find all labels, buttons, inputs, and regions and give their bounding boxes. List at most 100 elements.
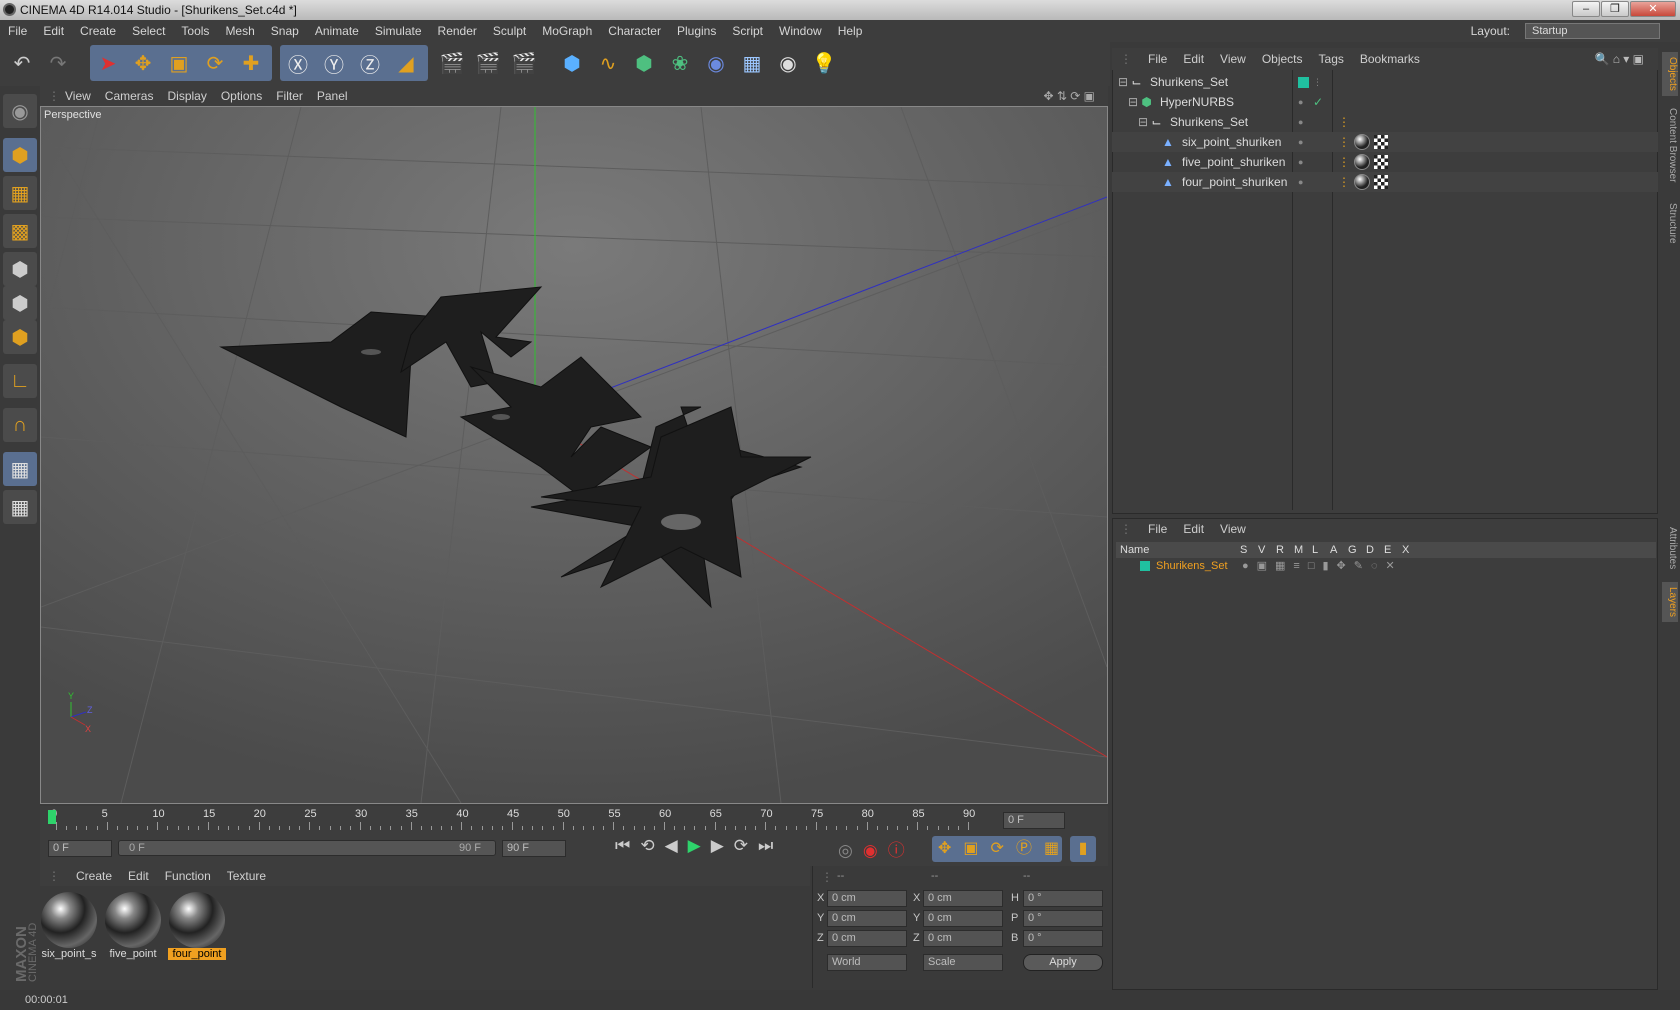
obj-menu-tags[interactable]: Tags	[1311, 48, 1352, 70]
tab-attributes[interactable]: Attributes	[1662, 518, 1678, 578]
menu-snap[interactable]: Snap	[263, 20, 307, 42]
tree-row[interactable]: ▲ six_point_shuriken ● ⋮	[1112, 132, 1658, 152]
size-mode-select[interactable]: Scale	[923, 954, 1003, 971]
points-mode-icon[interactable]: ⬢	[3, 252, 37, 286]
locked-workplane-icon[interactable]: ▦	[3, 490, 37, 524]
position-z-field[interactable]: 0 cm	[827, 930, 907, 947]
checkmark-icon[interactable]: ✓	[1313, 92, 1323, 112]
apply-button[interactable]: Apply	[1023, 954, 1103, 971]
tab-objects[interactable]: Objects	[1662, 52, 1678, 96]
menu-tools[interactable]: Tools	[173, 20, 217, 42]
render-view-icon[interactable]: 🎬	[436, 47, 468, 79]
coordinate-system-icon[interactable]: ◢	[390, 47, 422, 79]
goto-end-icon[interactable]: ⏭	[758, 836, 783, 855]
material-tag-icon[interactable]	[1354, 134, 1370, 150]
menu-plugins[interactable]: Plugins	[669, 20, 724, 42]
menu-animate[interactable]: Animate	[307, 20, 367, 42]
coord-mode-select[interactable]: World	[827, 954, 907, 971]
tag-icon[interactable]: ⋮	[1338, 112, 1350, 132]
vp-menu-display[interactable]: Display	[160, 86, 213, 106]
range-slider[interactable]: 0 F 90 F	[118, 840, 496, 856]
edges-mode-icon[interactable]: ⬢	[3, 286, 37, 320]
menu-create[interactable]: Create	[72, 20, 124, 42]
cube-primitive-icon[interactable]: ⬢	[556, 47, 588, 79]
menu-file[interactable]: File	[0, 20, 35, 42]
live-selection-icon[interactable]: ➤	[92, 47, 124, 79]
layer-menu-edit[interactable]: Edit	[1175, 518, 1212, 540]
y-axis-lock-icon[interactable]: Ⓨ	[318, 47, 350, 79]
material-swatch[interactable]: five_point	[104, 890, 162, 962]
maximize-button[interactable]: ❐	[1601, 1, 1629, 17]
key-rotation-icon[interactable]: ⟳	[991, 840, 1016, 857]
vp-menu-filter[interactable]: Filter	[269, 86, 310, 106]
obj-manager-tool-icons[interactable]: 🔍 ⌂ ▾ ▣	[1586, 48, 1652, 70]
array-icon[interactable]: ❀	[664, 47, 696, 79]
obj-menu-edit[interactable]: Edit	[1175, 48, 1212, 70]
close-button[interactable]: ✕	[1630, 1, 1676, 17]
tree-row[interactable]: ▲ four_point_shuriken ● ⋮	[1112, 172, 1658, 192]
key-param-icon[interactable]: Ⓟ	[1016, 840, 1044, 857]
size-z-field[interactable]: 0 cm	[923, 930, 1003, 947]
texture-tag-icon[interactable]	[1374, 175, 1388, 189]
scale-tool-icon[interactable]: ▣	[163, 47, 195, 79]
menu-select[interactable]: Select	[124, 20, 173, 42]
goto-start-icon[interactable]: ⏮	[615, 836, 640, 855]
menu-render[interactable]: Render	[430, 20, 485, 42]
layer-flag-icons[interactable]: ●▣▦≡□▮✥✎◌✕	[1242, 558, 1403, 574]
help-icon[interactable]: ⓘ	[888, 841, 915, 860]
snap-magnet-icon[interactable]: ∩	[3, 408, 37, 442]
menu-script[interactable]: Script	[724, 20, 771, 42]
obj-menu-objects[interactable]: Objects	[1254, 48, 1311, 70]
key-pla-icon[interactable]: ▦	[1044, 840, 1071, 857]
mat-menu-create[interactable]: Create	[68, 866, 120, 886]
record-disabled-icon[interactable]: ◎	[838, 841, 863, 860]
floor-icon[interactable]: ▦	[736, 47, 768, 79]
menu-window[interactable]: Window	[771, 20, 830, 42]
layer-menu-file[interactable]: File	[1140, 518, 1175, 540]
render-picture-viewer-icon[interactable]: 🎬	[472, 47, 504, 79]
vp-menu-cameras[interactable]: Cameras	[98, 86, 161, 106]
play-icon[interactable]: ▶	[688, 836, 711, 855]
timeline-playhead[interactable]	[48, 810, 56, 824]
obj-menu-bookmarks[interactable]: Bookmarks	[1352, 48, 1428, 70]
mat-menu-edit[interactable]: Edit	[120, 866, 157, 886]
rotation-h-field[interactable]: 0 °	[1023, 890, 1103, 907]
perspective-viewport[interactable]: Y ZX Perspective	[40, 106, 1108, 804]
size-x-field[interactable]: 0 cm	[923, 890, 1003, 907]
key-filter-group[interactable]: ✥▣⟳Ⓟ▦	[932, 836, 1062, 862]
material-swatch[interactable]: four_point	[168, 890, 226, 962]
vp-menu-view[interactable]: View	[58, 86, 98, 106]
position-y-field[interactable]: 0 cm	[827, 910, 907, 927]
material-tag-icon[interactable]	[1354, 154, 1370, 170]
menu-mograph[interactable]: MoGraph	[534, 20, 600, 42]
rotate-tool-icon[interactable]: ⟳	[199, 47, 231, 79]
next-frame-icon[interactable]: ▶	[711, 836, 734, 855]
tab-structure[interactable]: Structure	[1662, 196, 1678, 250]
move-tool-icon[interactable]: ✥	[127, 47, 159, 79]
rotation-p-field[interactable]: 0 °	[1023, 910, 1103, 927]
tree-row[interactable]: ▲ five_point_shuriken ● ⋮	[1112, 152, 1658, 172]
tree-row[interactable]: ⊟ ⌙ Shurikens_Set ⋮	[1112, 72, 1658, 92]
tree-row[interactable]: ⊟ ⌙ Shurikens_Set ● ⋮	[1112, 112, 1658, 132]
obj-menu-file[interactable]: File	[1140, 48, 1175, 70]
key-scale-icon[interactable]: ▣	[963, 840, 990, 857]
tree-row[interactable]: ⊟ ⬢ HyperNURBS ● ✓	[1112, 92, 1658, 112]
minimize-button[interactable]: –	[1572, 1, 1600, 17]
obj-menu-view[interactable]: View	[1212, 48, 1254, 70]
mat-menu-function[interactable]: Function	[157, 866, 219, 886]
layout-select[interactable]: Startup	[1525, 23, 1660, 39]
material-swatch[interactable]: six_point_s	[40, 890, 98, 962]
prev-key-icon[interactable]: ⟲	[640, 836, 664, 855]
size-y-field[interactable]: 0 cm	[923, 910, 1003, 927]
menu-edit[interactable]: Edit	[35, 20, 72, 42]
redo-icon[interactable]: ↷	[42, 47, 74, 79]
create-tool-icon[interactable]: ✚	[235, 47, 267, 79]
rotation-b-field[interactable]: 0 °	[1023, 930, 1103, 947]
make-editable-icon[interactable]: ◉	[3, 94, 37, 128]
spline-icon[interactable]: ∿	[592, 47, 624, 79]
render-settings-icon[interactable]: 🎬	[508, 47, 540, 79]
start-frame-field[interactable]: 0 F	[48, 840, 112, 857]
playback-controls[interactable]: ⏮⟲◀▶▶⟳⏭	[615, 836, 783, 856]
undo-icon[interactable]: ↶	[6, 47, 38, 79]
current-frame-field[interactable]: 0 F	[1003, 812, 1065, 829]
